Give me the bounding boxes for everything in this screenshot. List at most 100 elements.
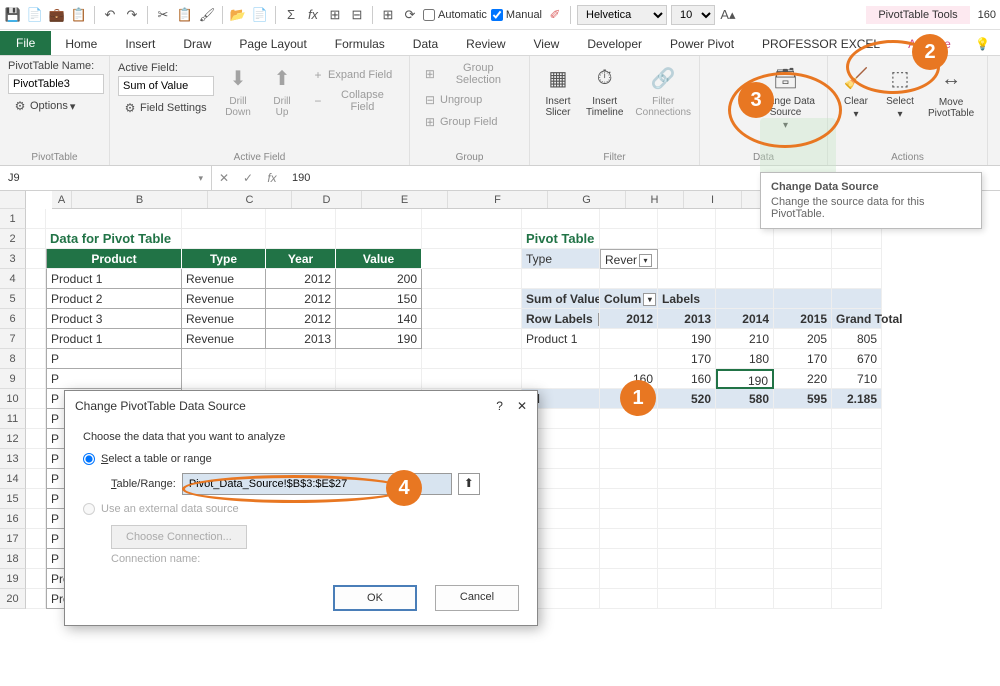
cell[interactable] [716,489,774,509]
cell[interactable]: 180 [716,349,774,369]
cell[interactable] [600,209,658,229]
accept-formula-icon[interactable]: ✓ [236,171,260,185]
filter-connections-button[interactable]: 🔗Filter Connections [631,60,695,120]
cell[interactable]: 200 [336,269,422,289]
cell[interactable] [26,489,46,509]
cell[interactable] [46,209,182,229]
tab-data[interactable]: Data [399,33,452,55]
cell[interactable] [522,349,600,369]
row-header[interactable]: 10 [0,389,26,409]
col-header[interactable]: F [448,191,548,208]
cell[interactable]: Revenue [182,309,266,329]
paste-icon[interactable]: 📋 [176,6,194,24]
expand-field-button[interactable]: +Expand Field [306,65,401,85]
cell[interactable] [658,449,716,469]
cell[interactable] [422,289,522,309]
cell[interactable]: Pivot Table [522,229,600,249]
cell[interactable] [716,569,774,589]
automatic-checkbox[interactable]: Automatic [423,9,487,21]
sum-icon[interactable]: Σ [282,6,300,24]
cell[interactable]: 2.185 [832,389,882,409]
cell[interactable] [600,269,658,289]
cancel-formula-icon[interactable]: ✕ [212,171,236,185]
copy-icon[interactable]: 📋 [70,6,88,24]
cell[interactable]: Revenue [182,329,266,349]
cell[interactable]: Sum of Value [522,289,600,309]
close-icon[interactable]: ✕ [517,399,527,413]
what-if-icon[interactable]: ⊞ [379,6,397,24]
cell[interactable] [832,449,882,469]
cell[interactable] [26,549,46,569]
function-icon[interactable]: fx [304,6,322,24]
group-field-button[interactable]: ⊞Group Field [418,112,521,132]
cell[interactable] [600,589,658,609]
cell[interactable] [774,469,832,489]
cell[interactable]: Row Labels ▾ [522,309,600,329]
cell[interactable]: 190 [716,369,774,389]
cell[interactable] [26,269,46,289]
range-picker-icon[interactable]: ⬆ [458,473,480,495]
save-icon[interactable]: 💾 [4,6,22,24]
insert-slicer-button[interactable]: ▦Insert Slicer [538,60,578,120]
row-header[interactable]: 19 [0,569,26,589]
col-header[interactable]: B [72,191,208,208]
cell[interactable] [774,549,832,569]
cell[interactable] [336,369,422,389]
cell[interactable] [658,589,716,609]
cell[interactable] [716,269,774,289]
cell[interactable] [774,229,832,249]
cell[interactable] [774,589,832,609]
cell[interactable] [522,209,600,229]
tab-page-layout[interactable]: Page Layout [225,33,320,55]
cell[interactable] [658,409,716,429]
cell[interactable]: 140 [336,309,422,329]
clear-button[interactable]: 🧹Clear ▾ [836,60,876,122]
row-header[interactable]: 9 [0,369,26,389]
cell[interactable] [422,249,522,269]
move-pivottable-button[interactable]: ↔Move PivotTable [924,61,978,121]
cell[interactable]: 580 [716,389,774,409]
cell[interactable]: 2012 [600,309,658,329]
cut-icon[interactable]: ✂ [154,6,172,24]
cell[interactable] [832,549,882,569]
row-header[interactable]: 6 [0,309,26,329]
cell[interactable]: 190 [336,329,422,349]
col-header[interactable]: A [52,191,72,208]
cell[interactable] [26,569,46,589]
cell[interactable] [26,209,46,229]
cell[interactable] [26,429,46,449]
row-header[interactable]: 7 [0,329,26,349]
cell[interactable] [716,549,774,569]
tab-formulas[interactable]: Formulas [321,33,399,55]
cell[interactable] [600,429,658,449]
row-header[interactable]: 14 [0,469,26,489]
cell[interactable] [422,209,522,229]
cell[interactable] [774,489,832,509]
cell[interactable] [658,569,716,589]
cell[interactable]: Grand Total [832,309,882,329]
new-icon[interactable]: 📄 [251,6,269,24]
cell[interactable] [658,429,716,449]
cell[interactable] [658,249,716,269]
row-header[interactable]: 12 [0,429,26,449]
cell[interactable] [658,509,716,529]
cell[interactable]: 2013 [658,309,716,329]
cell[interactable]: Product 1 [46,329,182,349]
radio-select-table[interactable]: SSelect a table or rangeelect a table or… [83,453,519,465]
row-header[interactable]: 20 [0,589,26,609]
tab-developer[interactable]: Developer [573,33,656,55]
cell[interactable]: 170 [658,349,716,369]
cell[interactable] [182,349,266,369]
cell[interactable] [832,469,882,489]
cell[interactable] [266,229,336,249]
cell[interactable] [716,429,774,449]
cell[interactable] [716,249,774,269]
row-header[interactable]: 4 [0,269,26,289]
cell[interactable] [422,269,522,289]
cell[interactable] [422,229,522,249]
cell[interactable] [658,529,716,549]
cell[interactable] [26,369,46,389]
cell[interactable] [774,269,832,289]
cell[interactable] [336,349,422,369]
cell[interactable] [522,269,600,289]
